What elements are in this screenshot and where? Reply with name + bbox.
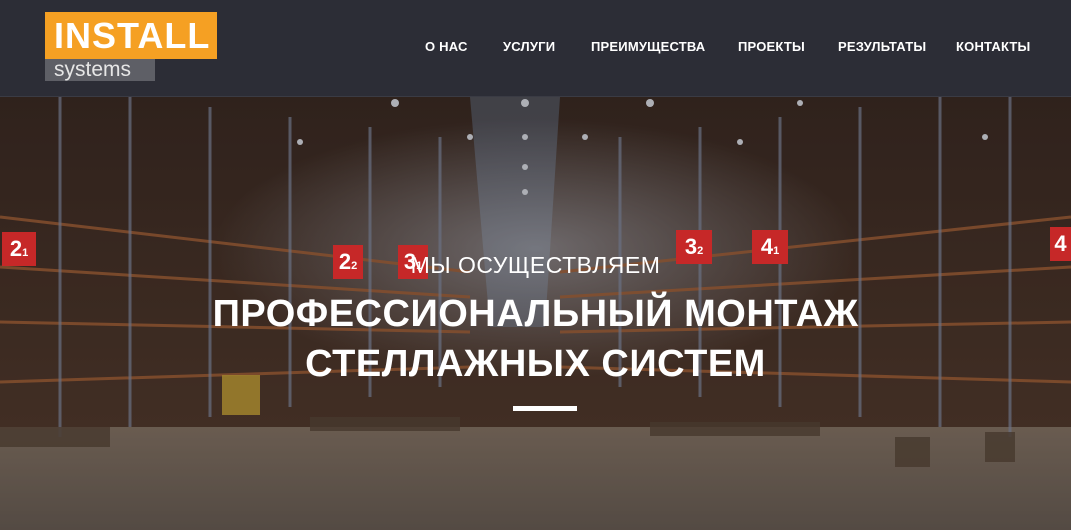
nav-item-services[interactable]: УСЛУГИ [503, 39, 555, 54]
nav-item-results[interactable]: РЕЗУЛЬТАТЫ [838, 39, 926, 54]
hero-banner: 21 22 31 32 41 4 МЫ ОСУЩЕСТВЛЯЕМ ПРОФЕСС… [0, 97, 1071, 530]
hero-divider [513, 406, 577, 411]
hero-title-line2: СТЕЛЛАЖНЫХ СИСТЕМ [305, 343, 766, 385]
nav-item-projects[interactable]: ПРОЕКТЫ [738, 39, 805, 54]
hero-subtitle: МЫ ОСУЩЕСТВЛЯЕМ [410, 252, 661, 278]
nav-item-about[interactable]: О НАС [425, 39, 468, 54]
main-nav: О НАС УСЛУГИ ПРЕИМУЩЕСТВА ПРОЕКТЫ РЕЗУЛЬ… [0, 39, 1071, 59]
logo-wordmark-systems: systems [45, 59, 155, 81]
nav-item-contacts[interactable]: КОНТАКТЫ [956, 39, 1030, 54]
site-header: INSTALL systems О НАС УСЛУГИ ПРЕИМУЩЕСТВ… [0, 0, 1071, 97]
nav-item-advantages[interactable]: ПРЕИМУЩЕСТВА [591, 39, 705, 54]
hero-title-line1: ПРОФЕССИОНАЛЬНЫЙ МОНТАЖ [212, 293, 859, 335]
